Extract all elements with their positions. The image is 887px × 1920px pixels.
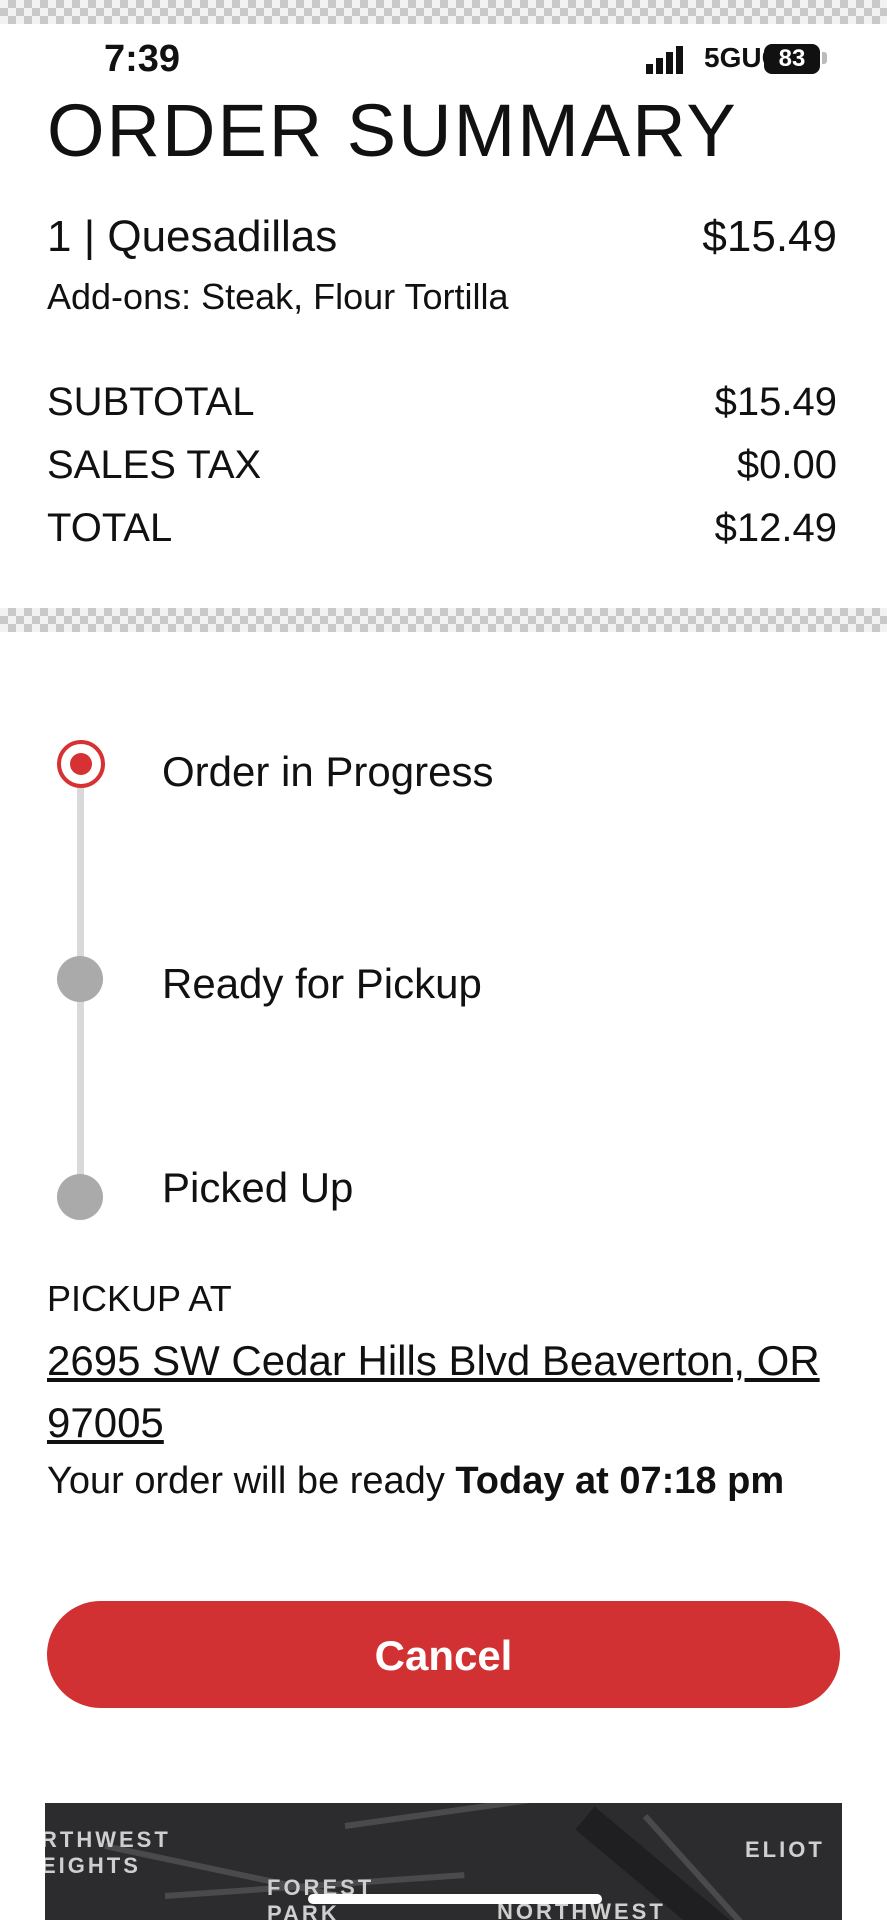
home-indicator[interactable] <box>308 1894 602 1904</box>
map-label-eliot: ELIOT <box>745 1837 825 1862</box>
step-picked-up-label: Picked Up <box>162 1164 354 1211</box>
item-qty-name: 1 | Quesadillas <box>47 212 338 261</box>
total-value: $12.49 <box>714 506 837 550</box>
total-row: TOTAL $12.49 <box>47 506 837 556</box>
item-price: $15.49 <box>702 212 837 261</box>
sales-tax-label: SALES TAX <box>47 443 262 487</box>
total-label: TOTAL <box>47 506 173 550</box>
cancel-button[interactable]: Cancel <box>47 1601 840 1708</box>
order-progress-tracker: Order in Progress Ready for Pickup Picke… <box>55 740 855 1230</box>
step-ready-for-pickup-indicator <box>57 956 103 1002</box>
receipt-edge-bottom <box>0 608 887 632</box>
ready-time-text: Your order will be ready Today at 07:18 … <box>47 1452 847 1510</box>
status-bar: 7:39 5GUC 83 <box>0 34 887 86</box>
map-road <box>344 1803 564 1829</box>
subtotal-value: $15.49 <box>714 380 837 424</box>
signal-icon <box>646 46 683 74</box>
step-order-in-progress-indicator <box>57 740 105 788</box>
step-picked-up-indicator <box>57 1174 103 1220</box>
map-label-northwest-heights: RTHWEST EIGHTS <box>45 1827 171 1878</box>
pickup-heading: PICKUP AT <box>47 1278 232 1319</box>
subtotal-row: SUBTOTAL $15.49 <box>47 380 837 430</box>
battery-icon: 83 <box>764 44 820 74</box>
pickup-address-link[interactable]: 2695 SW Cedar Hills Blvd Beaverton, OR 9… <box>47 1330 847 1454</box>
step-order-in-progress-label: Order in Progress <box>162 748 494 795</box>
ready-time-prefix: Your order will be ready <box>47 1460 456 1502</box>
step-ready-for-pickup-label: Ready for Pickup <box>162 960 482 1007</box>
order-line-item: 1 | Quesadillas $15.49 <box>47 212 837 272</box>
sales-tax-value: $0.00 <box>736 443 837 487</box>
battery-nub <box>822 52 827 64</box>
ready-time-value: Today at 07:18 pm <box>455 1460 785 1502</box>
subtotal-label: SUBTOTAL <box>47 380 255 424</box>
sales-tax-row: SALES TAX $0.00 <box>47 443 837 493</box>
item-addons: Add-ons: Steak, Flour Tortilla <box>47 276 509 317</box>
status-time: 7:39 <box>104 38 181 80</box>
receipt-edge-top <box>0 0 887 24</box>
page-title: ORDER SUMMARY <box>47 89 738 172</box>
